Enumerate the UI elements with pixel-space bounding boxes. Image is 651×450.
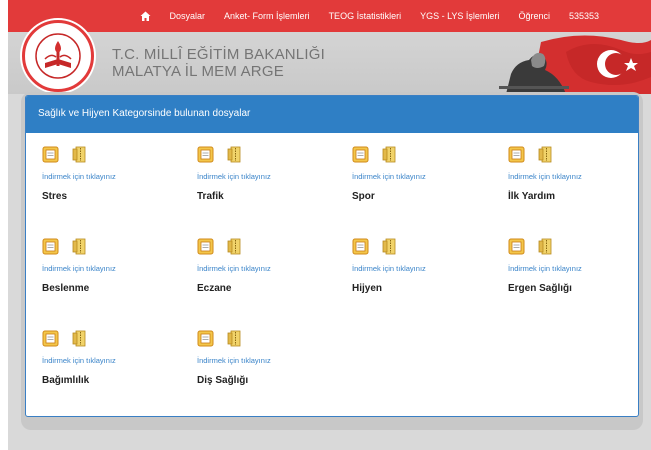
file-name: İlk Yardım	[508, 191, 556, 202]
archive-icon[interactable]	[382, 238, 396, 260]
file-name: Stres	[42, 191, 68, 202]
site-title-line1: T.C. MİLLÎ EĞİTİM BAKANLIĞI	[112, 46, 325, 63]
archive-icon[interactable]	[538, 238, 552, 260]
ministry-logo[interactable]	[22, 20, 94, 92]
file-item: İndirmek için tıklayınız Beslenme	[42, 238, 192, 294]
file-icons	[352, 238, 502, 260]
document-icon[interactable]	[197, 238, 215, 260]
file-icons	[352, 146, 502, 168]
file-name: Diş Sağlığı	[197, 375, 249, 386]
file-icons	[197, 330, 347, 352]
file-item: İndirmek için tıklayınız Stres	[42, 146, 192, 202]
download-link[interactable]: İndirmek için tıklayınız	[42, 356, 192, 365]
download-link[interactable]: İndirmek için tıklayınız	[508, 172, 651, 181]
download-link[interactable]: İndirmek için tıklayınız	[352, 172, 502, 181]
file-item: İndirmek için tıklayınız Diş Sağlığı	[197, 330, 347, 386]
file-icons	[508, 146, 651, 168]
document-icon[interactable]	[197, 146, 215, 168]
nav-item-ogrenci[interactable]: Öğrenci	[518, 11, 550, 21]
download-link[interactable]: İndirmek için tıklayınız	[197, 356, 347, 365]
document-icon[interactable]	[42, 146, 60, 168]
document-icon[interactable]	[352, 238, 370, 260]
file-icons	[42, 238, 192, 260]
file-item: İndirmek için tıklayınız Trafik	[197, 146, 347, 202]
nav-item-ygs-lys[interactable]: YGS - LYS İşlemleri	[420, 11, 499, 21]
file-item: İndirmek için tıklayınız Hijyen	[352, 238, 502, 294]
document-icon[interactable]	[508, 238, 526, 260]
archive-icon[interactable]	[227, 238, 241, 260]
file-icons	[508, 238, 651, 260]
file-item: İndirmek için tıklayınız Eczane	[197, 238, 347, 294]
archive-icon[interactable]	[382, 146, 396, 168]
document-icon[interactable]	[42, 330, 60, 352]
file-name: Beslenme	[42, 283, 90, 294]
file-item: İndirmek için tıklayınız Spor	[352, 146, 502, 202]
download-link[interactable]: İndirmek için tıklayınız	[42, 172, 192, 181]
download-link[interactable]: İndirmek için tıklayınız	[352, 264, 502, 273]
download-link[interactable]: İndirmek için tıklayınız	[508, 264, 651, 273]
file-icons	[197, 146, 347, 168]
archive-icon[interactable]	[72, 146, 86, 168]
archive-icon[interactable]	[72, 238, 86, 260]
file-name: Eczane	[197, 283, 232, 294]
nav-item-dosyalar[interactable]: Dosyalar	[170, 11, 206, 21]
download-link[interactable]: İndirmek için tıklayınız	[197, 172, 347, 181]
archive-icon[interactable]	[227, 330, 241, 352]
document-icon[interactable]	[42, 238, 60, 260]
nav-item-teog-istatistikleri[interactable]: TEOG İstatistikleri	[329, 11, 402, 21]
file-name: Ergen Sağlığı	[508, 283, 572, 294]
file-name: Trafik	[197, 191, 224, 202]
site-title: T.C. MİLLÎ EĞİTİM BAKANLIĞI MALATYA İL M…	[112, 46, 325, 80]
file-item: İndirmek için tıklayınız İlk Yardım	[508, 146, 651, 202]
site-title-line2: MALATYA İL MEM ARGE	[112, 63, 284, 80]
download-link[interactable]: İndirmek için tıklayınız	[42, 264, 192, 273]
document-icon[interactable]	[508, 146, 526, 168]
archive-icon[interactable]	[227, 146, 241, 168]
archive-icon[interactable]	[538, 146, 552, 168]
file-item: İndirmek için tıklayınız Bağımlılık	[42, 330, 192, 386]
top-navigation-bar: Dosyalar Anket- Form İşlemleri TEOG İsta…	[8, 0, 651, 32]
document-icon[interactable]	[352, 146, 370, 168]
file-name: Hijyen	[352, 283, 383, 294]
file-icons	[42, 146, 192, 168]
file-icons	[197, 238, 347, 260]
nav-item-user-id[interactable]: 535353	[569, 11, 599, 21]
download-link[interactable]: İndirmek için tıklayınız	[197, 264, 347, 273]
document-icon[interactable]	[197, 330, 215, 352]
file-icons	[42, 330, 192, 352]
home-icon[interactable]	[140, 11, 151, 22]
file-item: İndirmek için tıklayınız Ergen Sağlığı	[508, 238, 651, 294]
nav-item-anket-form[interactable]: Anket- Form İşlemleri	[224, 11, 310, 21]
panel-heading: Sağlık ve Hijyen Kategorsinde bulunan do…	[26, 96, 638, 133]
site-header: T.C. MİLLÎ EĞİTİM BAKANLIĞI MALATYA İL M…	[8, 20, 651, 94]
file-name: Spor	[352, 191, 375, 202]
flag-portrait-banner	[499, 35, 651, 94]
file-name: Bağımlılık	[42, 375, 90, 386]
archive-icon[interactable]	[72, 330, 86, 352]
